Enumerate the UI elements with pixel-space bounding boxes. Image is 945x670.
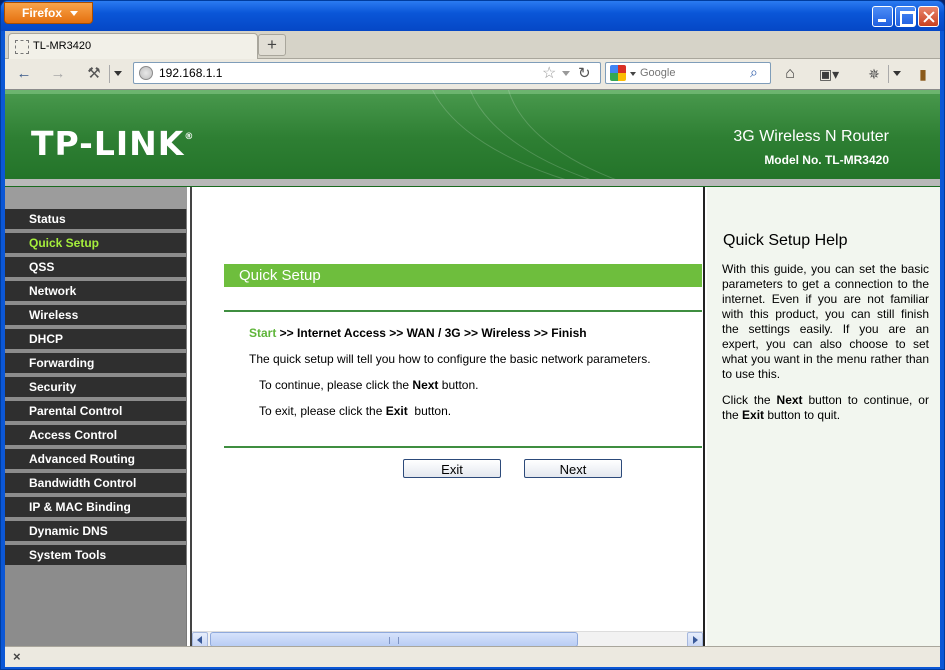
- step-rest: >> Internet Access >> WAN / 3G >> Wirele…: [276, 326, 587, 340]
- model-number: Model No. TL-MR3420: [764, 153, 889, 167]
- new-tab-button[interactable]: +: [258, 34, 286, 56]
- navigation-toolbar: ← → ⚒ 192.168.1.1 ☆ ↻ ⌕ ⌂ ▣▾ ✵: [5, 59, 940, 89]
- tab-tl-mr3420[interactable]: TL-MR3420: [8, 33, 258, 59]
- tab-strip: TL-MR3420 +: [5, 31, 940, 59]
- chevron-down-icon: [70, 11, 78, 16]
- banner-divider: [5, 179, 940, 186]
- exit-button[interactable]: Exit: [403, 459, 501, 478]
- reload-icon[interactable]: ↻: [578, 64, 591, 82]
- help-paragraph: Click the Next button to continue, or th…: [722, 393, 929, 423]
- magnifier-icon[interactable]: ⌕: [750, 64, 758, 81]
- globe-icon: [139, 66, 153, 80]
- maximize-button[interactable]: [895, 6, 916, 27]
- sidebar-item-access-control[interactable]: Access Control: [5, 425, 186, 447]
- chevron-down-icon[interactable]: [630, 72, 636, 76]
- setup-steps: Start >> Internet Access >> WAN / 3G >> …: [249, 326, 587, 340]
- help-p2-suffix: button to quit.: [764, 408, 841, 422]
- sidebar-item-dynamic-dns[interactable]: Dynamic DNS: [5, 521, 186, 543]
- continue-suffix: button.: [438, 378, 479, 392]
- google-icon[interactable]: [610, 65, 626, 81]
- router-banner: TP-LINK® 3G Wireless N Router Model No. …: [5, 90, 940, 187]
- extension-icon[interactable]: ✵: [863, 64, 885, 84]
- grip-icon: [389, 637, 399, 644]
- star-icon[interactable]: ☆: [542, 63, 556, 83]
- chevron-down-icon[interactable]: [114, 71, 122, 76]
- forward-arrow-icon[interactable]: →: [47, 64, 69, 84]
- history-dropdown-icon[interactable]: [562, 71, 570, 76]
- sidebar-item-status[interactable]: Status: [5, 209, 186, 231]
- sidebar-item-ip-mac-binding[interactable]: IP & MAC Binding: [5, 497, 186, 519]
- help-paragraph: With this guide, you can set the basic p…: [722, 262, 929, 381]
- continue-instruction: To continue, please click the Next butto…: [259, 378, 478, 392]
- sidebar-item-network[interactable]: Network: [5, 281, 186, 303]
- search-input[interactable]: [640, 65, 744, 81]
- exit-bold: Exit: [385, 404, 408, 418]
- exit-prefix: To exit, please click the: [259, 404, 386, 418]
- tab-title: TL-MR3420: [33, 40, 92, 52]
- tools-icon[interactable]: ⚒: [83, 64, 105, 84]
- minimize-button[interactable]: [872, 6, 893, 27]
- status-bar: ×: [5, 646, 940, 667]
- page-title: Quick Setup: [224, 264, 702, 287]
- browser-chrome: TL-MR3420 + ← → ⚒ 192.168.1.1 ☆ ↻ ⌕: [5, 31, 940, 89]
- continue-bold: Next: [412, 378, 439, 392]
- sidebar-item-security[interactable]: Security: [5, 377, 186, 399]
- registered-mark: ®: [184, 132, 195, 142]
- divider: [224, 446, 702, 448]
- search-bar[interactable]: ⌕: [605, 62, 771, 84]
- url-bar[interactable]: 192.168.1.1 ☆ ↻: [133, 62, 601, 84]
- divider: [224, 310, 702, 312]
- help-p2-next: Next: [776, 393, 803, 407]
- sidebar-item-quick-setup[interactable]: Quick Setup: [5, 233, 186, 255]
- help-p2-prefix: Click the: [722, 393, 777, 407]
- toolbar-separator: [888, 65, 889, 83]
- product-name: 3G Wireless N Router: [733, 128, 889, 145]
- tp-link-logo: TP-LINK®: [31, 124, 194, 163]
- sidebar-item-wireless[interactable]: Wireless: [5, 305, 186, 327]
- horizontal-scrollbar[interactable]: [192, 631, 703, 646]
- close-window-button[interactable]: [918, 6, 939, 27]
- brand-text: TP-LINK: [31, 124, 185, 163]
- sidebar-item-system-tools[interactable]: System Tools: [5, 545, 186, 567]
- back-arrow-icon[interactable]: ←: [13, 64, 35, 84]
- scroll-right-icon[interactable]: [687, 632, 703, 646]
- sidebar-menu: Status Quick Setup QSS Network Wireless DHCP F…: [5, 187, 187, 646]
- sidebar-item-qss[interactable]: QSS: [5, 257, 186, 279]
- page-viewport: TP-LINK® 3G Wireless N Router Model No. …: [5, 89, 940, 646]
- title-bar: Firefox: [1, 1, 944, 31]
- url-text[interactable]: 192.168.1.1: [159, 66, 222, 80]
- firefox-menu-label: Firefox: [22, 6, 63, 20]
- sidebar-item-advanced-routing[interactable]: Advanced Routing: [5, 449, 186, 471]
- sidebar-header: [5, 187, 187, 209]
- firefox-menu-button[interactable]: Firefox: [4, 2, 93, 24]
- toolbar-separator: [109, 65, 110, 83]
- help-title: Quick Setup Help: [723, 232, 848, 249]
- bookmarks-icon[interactable]: ▣▾: [815, 64, 843, 84]
- intro-text: The quick setup will tell you how to con…: [249, 352, 651, 366]
- sidebar-item-forwarding[interactable]: Forwarding: [5, 353, 186, 375]
- browser-window: Firefox TL-MR3420 + ← → ⚒ 192.168.1.1 ☆: [0, 0, 945, 670]
- home-icon[interactable]: ⌂: [779, 64, 801, 84]
- sidebar-item-parental-control[interactable]: Parental Control: [5, 401, 186, 423]
- help-panel: Quick Setup Help With this guide, you ca…: [707, 187, 940, 646]
- help-p2-exit: Exit: [742, 408, 765, 422]
- sidebar-item-dhcp[interactable]: DHCP: [5, 329, 186, 351]
- book-icon[interactable]: ▮: [913, 64, 933, 84]
- step-start: Start: [249, 326, 277, 340]
- main-content: Quick Setup Start >> Internet Access >> …: [190, 187, 705, 646]
- continue-prefix: To continue, please click the: [259, 378, 413, 392]
- scroll-left-icon[interactable]: [192, 632, 208, 646]
- blank-page-icon: [15, 40, 29, 54]
- close-icon[interactable]: ×: [13, 649, 21, 664]
- exit-suffix: button.: [407, 404, 452, 418]
- next-button[interactable]: Next: [524, 459, 622, 478]
- scrollbar-thumb[interactable]: [210, 632, 578, 646]
- sidebar-item-bandwidth-control[interactable]: Bandwidth Control: [5, 473, 186, 495]
- exit-instruction: To exit, please click the Exit button.: [259, 404, 451, 418]
- chevron-down-icon[interactable]: [893, 71, 901, 76]
